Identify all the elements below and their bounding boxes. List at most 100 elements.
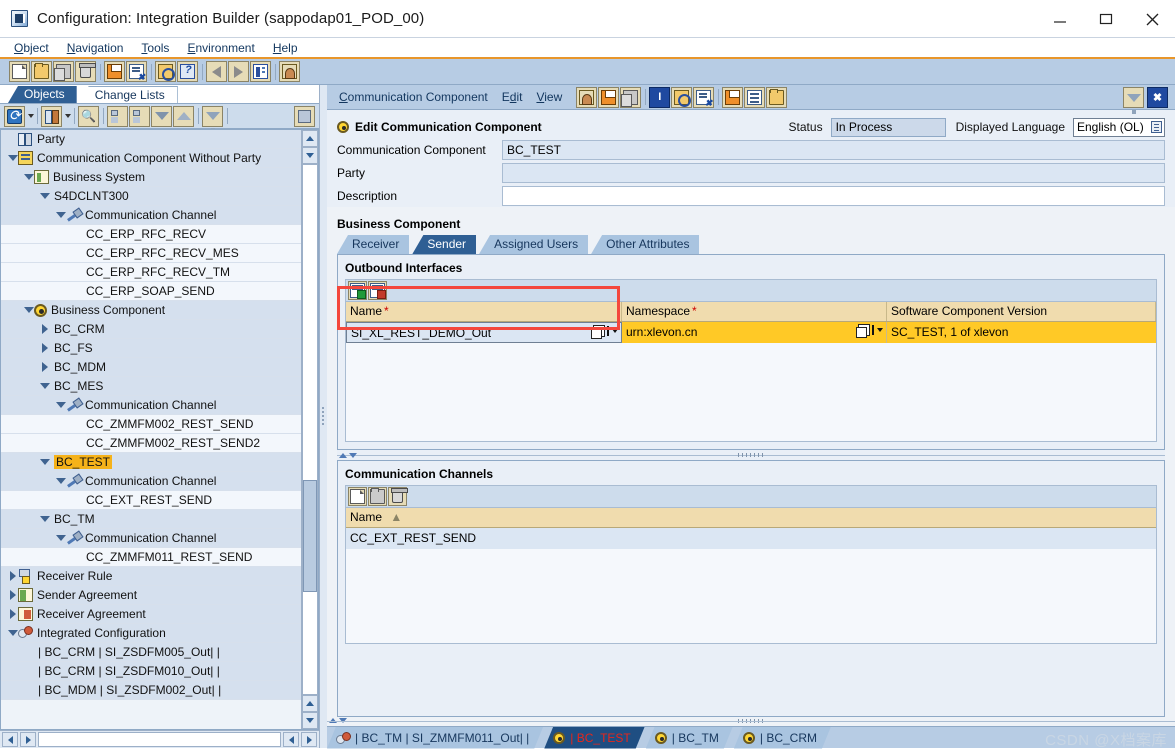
tree-item-communication-channel[interactable]: Communication Channel: [1, 396, 301, 415]
chevron-right-icon[interactable]: [7, 609, 18, 620]
tree-item-cc-erp-rfc-recv[interactable]: CC_ERP_RFC_RECV: [1, 225, 301, 244]
close-icon[interactable]: [1129, 0, 1175, 38]
menu-view[interactable]: View: [536, 90, 562, 104]
where-used-icon[interactable]: [155, 61, 176, 82]
close-panel-icon[interactable]: ✖: [1147, 87, 1168, 108]
save-all-icon[interactable]: [126, 61, 147, 82]
menu-item-environment[interactable]: Environment: [187, 41, 254, 55]
scroll-page-down-button[interactable]: [302, 712, 318, 729]
check-icon[interactable]: [693, 86, 715, 108]
tree-item-bc-mes[interactable]: BC_MES: [1, 377, 301, 396]
communication-component-field[interactable]: BC_TEST: [502, 139, 1165, 160]
insert-row-icon[interactable]: [348, 281, 367, 300]
edit-mode-icon[interactable]: [576, 86, 598, 108]
column-header-channel-name[interactable]: Name ▲: [346, 508, 1156, 527]
hscroll-right-button[interactable]: [20, 732, 36, 747]
tab-other-attributes[interactable]: Other Attributes: [591, 235, 700, 254]
new-icon[interactable]: [9, 61, 30, 82]
tree-vertical-scrollbar[interactable]: [301, 130, 318, 729]
scroll-down-button[interactable]: [302, 147, 318, 164]
tree-item-business-system[interactable]: Business System: [1, 168, 301, 187]
tree-item-bc-test[interactable]: BC_TEST: [1, 453, 301, 472]
tree-item-bc-tm[interactable]: BC_TM: [1, 510, 301, 529]
move-up-icon[interactable]: [173, 105, 194, 127]
column-header-swcv[interactable]: Software Component Version: [887, 302, 1156, 321]
info-icon[interactable]: I: [649, 86, 671, 108]
hscroll-left-button[interactable]: [2, 732, 18, 747]
save-icon[interactable]: [598, 86, 620, 108]
tree-item-communication-channel[interactable]: Communication Channel: [1, 529, 301, 548]
tree-item-bc-crm-si-zsdfm005-out[interactable]: | BC_CRM | SI_ZSDFM005_Out| |: [1, 643, 301, 662]
chevron-down-icon[interactable]: [55, 476, 66, 487]
move-down-icon[interactable]: [151, 105, 172, 127]
section-splitter[interactable]: [337, 450, 1165, 460]
dock-item-bc-test[interactable]: | BC_TEST: [544, 727, 644, 749]
tree-item-business-component[interactable]: Business Component: [1, 301, 301, 320]
save-icon[interactable]: [104, 61, 125, 82]
chevron-right-icon[interactable]: [7, 571, 18, 582]
delete-icon[interactable]: [388, 487, 408, 506]
object-tree[interactable]: Party Communication Component Without Par…: [0, 129, 319, 730]
tree-horizontal-scrollbar[interactable]: [0, 730, 319, 748]
chevron-down-icon[interactable]: [39, 191, 50, 202]
party-field[interactable]: [502, 162, 1165, 183]
tree-item-bc-mdm-si-zsdfm002-out[interactable]: | BC_MDM | SI_ZSDFM002_Out| |: [1, 681, 301, 700]
scroll-page-up-button[interactable]: [302, 695, 318, 712]
chevron-right-icon[interactable]: [7, 590, 18, 601]
minimize-icon[interactable]: [1037, 0, 1083, 38]
chevron-right-icon[interactable]: [39, 324, 50, 335]
grid-empty-area[interactable]: [346, 343, 1156, 441]
tree-item-receiver-rule[interactable]: Receiver Rule: [1, 567, 301, 586]
cell-namespace[interactable]: urn:xlevon.cn: [622, 322, 887, 343]
list-icon[interactable]: [744, 86, 766, 108]
maximize-icon[interactable]: [1083, 0, 1129, 38]
menu-item-help[interactable]: Help: [273, 41, 298, 55]
history-icon[interactable]: [766, 86, 788, 108]
stop-icon[interactable]: [294, 105, 315, 127]
splitter-arrows[interactable]: [339, 452, 357, 458]
grid-empty-area[interactable]: [346, 549, 1156, 643]
settings-icon[interactable]: [279, 61, 300, 82]
hscroll-track[interactable]: [38, 732, 281, 747]
dock-item-bc-crm[interactable]: | BC_CRM: [734, 727, 831, 749]
cache-icon[interactable]: [722, 86, 744, 108]
list-icon[interactable]: [1151, 121, 1162, 133]
chevron-down-icon[interactable]: [39, 381, 50, 392]
chevron-down-icon[interactable]: [55, 210, 66, 221]
find-icon[interactable]: 🔍: [78, 105, 99, 127]
where-used-icon[interactable]: [671, 86, 693, 108]
table-row[interactable]: CC_EXT_REST_SEND: [346, 528, 1156, 549]
chevron-down-icon[interactable]: [7, 153, 18, 164]
dock-item-bc-tm[interactable]: | BC_TM: [646, 727, 733, 749]
tree-item-cc-erp-soap-send[interactable]: CC_ERP_SOAP_SEND: [1, 282, 301, 301]
chevron-down-icon[interactable]: [7, 628, 18, 639]
filter-icon[interactable]: [202, 105, 223, 132]
dock-item-integrated-config[interactable]: | BC_TM | SI_ZMMFM011_Out| |: [327, 727, 543, 749]
expand-all-icon[interactable]: [107, 105, 128, 127]
collapse-all-icon[interactable]: [129, 105, 150, 127]
panel-splitter[interactable]: [320, 85, 327, 748]
splitter-grip[interactable]: [738, 453, 764, 457]
dock-splitter-grip[interactable]: [738, 719, 764, 723]
dock-splitter-arrows[interactable]: [329, 718, 347, 723]
tree-item-communication-channel[interactable]: Communication Channel: [1, 472, 301, 491]
new-icon[interactable]: [348, 487, 367, 506]
cell-interface-name[interactable]: SI_XL_REST_DEMO_Out: [346, 322, 622, 343]
value-help-icon[interactable]: [591, 325, 618, 339]
chevron-down-icon[interactable]: [23, 172, 34, 183]
open-icon[interactable]: [31, 61, 52, 82]
chevron-right-icon[interactable]: [39, 362, 50, 373]
chevron-right-icon[interactable]: [39, 343, 50, 354]
delete-icon[interactable]: [75, 61, 96, 82]
help-object-icon[interactable]: [177, 61, 198, 82]
menu-item-navigation[interactable]: Navigation: [67, 41, 124, 55]
delete-row-icon[interactable]: [368, 281, 387, 300]
tree-item-s4dclnt300[interactable]: S4DCLNT300: [1, 187, 301, 206]
pin-icon[interactable]: [1123, 87, 1144, 114]
tree-item-bc-crm-si-zsdfm010-out[interactable]: | BC_CRM | SI_ZSDFM010_Out| |: [1, 662, 301, 681]
tab-assigned-users[interactable]: Assigned Users: [479, 235, 589, 254]
chevron-down-icon[interactable]: [55, 400, 66, 411]
refresh-icon[interactable]: [4, 105, 25, 127]
tree-item-bc-crm[interactable]: BC_CRM: [1, 320, 301, 339]
tab-objects[interactable]: Objects: [8, 86, 77, 103]
